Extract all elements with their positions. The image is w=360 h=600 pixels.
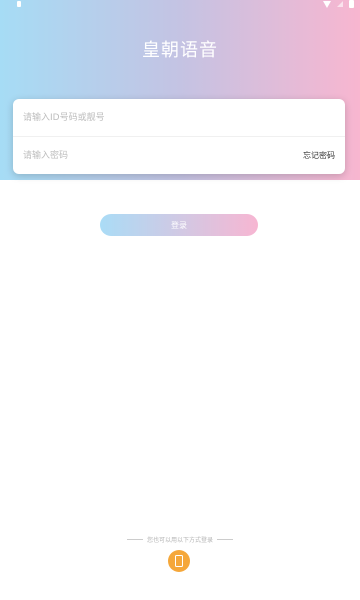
wifi-icon bbox=[323, 0, 331, 8]
battery-icon bbox=[349, 0, 354, 8]
id-input[interactable] bbox=[13, 99, 323, 136]
phone-icon bbox=[175, 555, 183, 567]
notification-icon bbox=[17, 1, 21, 7]
divider-line-right bbox=[217, 538, 233, 540]
signal-icon bbox=[337, 1, 343, 7]
password-row: 忘记密码 bbox=[13, 137, 345, 174]
login-button[interactable]: 登录 bbox=[100, 214, 258, 236]
login-card: 忘记密码 bbox=[13, 99, 345, 174]
phone-login-button[interactable] bbox=[168, 550, 190, 572]
password-input[interactable] bbox=[13, 137, 273, 174]
id-row bbox=[13, 99, 345, 137]
alt-login-text: 您也可以用以下方式登录 bbox=[146, 536, 213, 544]
status-icons bbox=[323, 0, 354, 8]
app-title: 皇朝语音 bbox=[142, 40, 218, 61]
forgot-password-link[interactable]: 忘记密码 bbox=[303, 137, 335, 174]
alt-login-divider: 您也可以用以下方式登录 bbox=[0, 533, 360, 545]
divider-line-left bbox=[126, 538, 143, 540]
status-bar bbox=[0, 0, 360, 10]
